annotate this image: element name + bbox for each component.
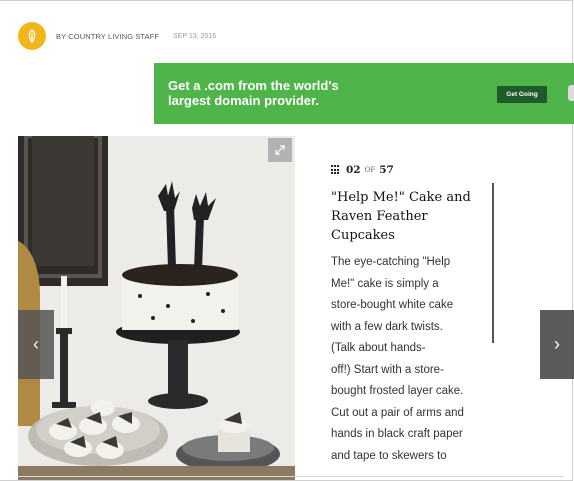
slide-title-line: Raven Feather	[331, 209, 428, 224]
description-line: with a few dark twists.	[331, 320, 443, 333]
slide-title-line: Cupcakes	[331, 228, 395, 243]
expand-icon	[275, 145, 285, 155]
previous-slide-button[interactable]: ‹	[18, 310, 54, 379]
slide-title-line: "Help Me!" Cake and	[331, 190, 471, 205]
description-line: and tape to skewers to	[331, 449, 447, 462]
slide-title: "Help Me!" Cake and Raven Feather Cupcak…	[331, 188, 481, 245]
description-scrollbar[interactable]	[492, 183, 494, 343]
description-line: hands in black craft paper	[331, 428, 463, 440]
ad-get-going-button[interactable]: Get Going	[497, 86, 547, 103]
expand-button[interactable]	[268, 138, 292, 162]
ad-line-1: Get a .com from the world's	[168, 78, 339, 93]
description-line: bought frosted layer cake.	[331, 385, 464, 397]
description-line: Me!" cake is simply a	[331, 277, 439, 290]
ad-logo-edge	[568, 85, 574, 101]
byline: BY COUNTRY LIVING STAFF SEP 13, 2016	[18, 22, 216, 50]
byline-author[interactable]: BY COUNTRY LIVING STAFF	[56, 32, 159, 41]
description-line: off!) Start with a store-	[331, 363, 444, 376]
byline-date: SEP 13, 2016	[173, 32, 217, 40]
domain-ad-banner[interactable]: Get a .com from the world's largest doma…	[154, 63, 574, 124]
brand-logo-icon	[28, 29, 36, 44]
halloween-cake-photo	[18, 136, 295, 480]
next-slide-button[interactable]: ›	[540, 310, 574, 379]
description-line: store-bought white cake	[331, 299, 454, 311]
slide-total-number: 57	[379, 164, 394, 176]
chevron-left-icon: ‹	[33, 334, 39, 354]
description-line: The eye-catching "Help	[331, 256, 451, 268]
description-line: Cut out a pair of arms and	[331, 406, 464, 419]
slide-description: The eye-catching "Help Me!" cake is simp…	[331, 252, 489, 467]
slide-current-number: 02	[346, 164, 361, 176]
ad-headline: Get a .com from the world's largest doma…	[168, 78, 339, 108]
avatar[interactable]	[18, 22, 46, 50]
ad-line-2: largest domain provider.	[168, 93, 319, 108]
slide-of-label: OF	[364, 166, 376, 174]
grid-view-icon[interactable]	[331, 165, 341, 175]
chevron-right-icon: ›	[554, 334, 560, 354]
description-line: (Talk about hands-	[331, 342, 426, 354]
slide-photo[interactable]	[18, 136, 295, 480]
bottom-divider	[18, 476, 564, 477]
slide-counter: 02 OF 57	[331, 164, 394, 176]
